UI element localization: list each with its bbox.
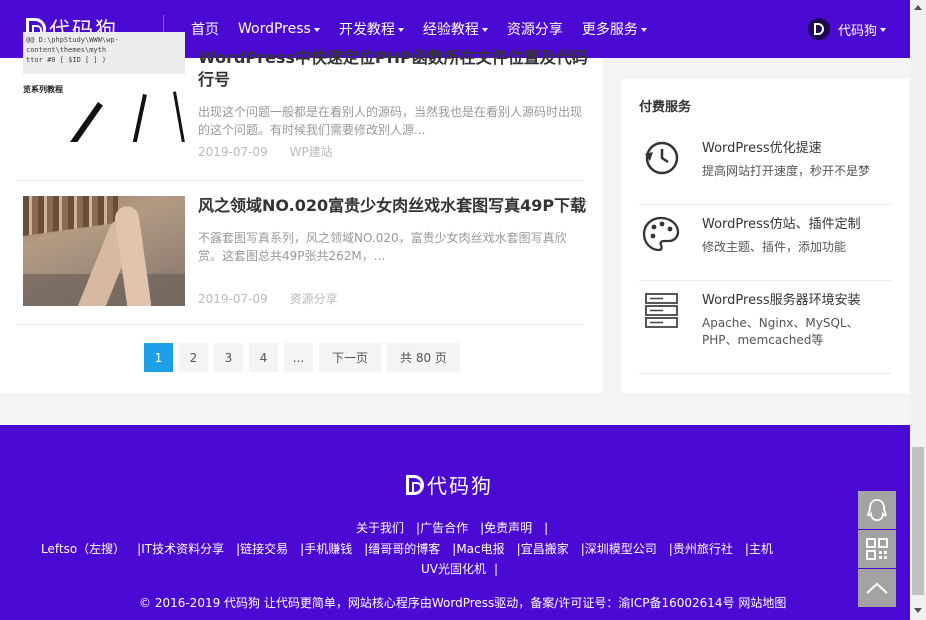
page-1-button[interactable]: 1: [144, 343, 173, 372]
scroll-down-arrow-icon[interactable]: [914, 608, 922, 613]
user-name: 代码狗: [838, 23, 878, 39]
thumbnail-stroke: [173, 91, 185, 142]
back-to-top-button[interactable]: [858, 569, 896, 607]
service-title: WordPress仿站、插件定制: [702, 217, 861, 232]
qr-code-button[interactable]: [858, 530, 896, 568]
scrollbar-thumb[interactable]: [912, 447, 924, 595]
logo-text: 代码狗: [427, 474, 493, 498]
speed-clock-icon: [645, 141, 679, 175]
caret-down-icon: [880, 28, 887, 32]
service-desc: 提高网站打开速度，秒开不是梦: [702, 164, 871, 178]
friend-link[interactable]: 深圳模型公司: [585, 542, 657, 556]
avatar: [808, 18, 830, 40]
post-excerpt: 不露套图写真系列，风之领域NO.020，富贵少女肉丝戏水套图写真欣赏。这套图总共…: [198, 231, 567, 263]
friend-link[interactable]: Mac电报: [456, 542, 504, 556]
thumbnail-stroke: [63, 102, 103, 142]
scroll-up-arrow-icon[interactable]: [914, 5, 922, 10]
copyright-text: © 2016-2019 代码狗 让代码更简单，网站核心程序由WordPress驱…: [139, 596, 787, 610]
site-footer: 代码狗 关于我们 |广告合作 |免责声明 | Leftso（左搜） |IT技术资料分享 |…: [0, 425, 910, 620]
page-scrollbar[interactable]: [910, 0, 926, 620]
service-item[interactable]: WordPress服务器环境安装 Apache、Nginx、MySQL、PHP、…: [639, 287, 892, 375]
nav-label: 更多服务: [581, 22, 638, 38]
post-title[interactable]: 风之领域NO.020富贵少女肉丝戏水套图写真49P下载: [198, 195, 588, 217]
list-item: 风之领域NO.020富贵少女肉丝戏水套图写真49P下载 不露套图写真系列，风之领…: [17, 196, 586, 325]
friend-links-row: Leftso（左搜） |IT技术资料分享 |链接交易 |手机赚钱 |缙哥哥的博客 |Mac…: [41, 542, 773, 556]
service-item[interactable]: WordPress仿站、插件定制 修改主题、插件，添加功能: [639, 211, 892, 283]
total-pages: 共 80 页: [387, 343, 460, 372]
friend-link[interactable]: 宜昌搬家: [521, 542, 569, 556]
friend-links-row: UV光固化机 |: [421, 562, 499, 576]
friend-link[interactable]: 贵州旅行社: [673, 542, 733, 556]
post-title-line: WordPress中快速定位PHP函数所在文件位置及代码: [198, 48, 588, 67]
page-3-button[interactable]: 3: [214, 343, 243, 372]
thumbnail-stroke: [130, 94, 147, 142]
code-line: @@ D:\phpStudy\WWW\wp-content\themes\myt…: [26, 36, 119, 54]
user-menu[interactable]: 代码狗: [808, 18, 887, 40]
widget-title: 付费服务: [639, 100, 692, 115]
service-title: WordPress优化提速: [702, 141, 822, 156]
service-title: WordPress服务器环境安装: [702, 293, 861, 308]
service-item[interactable]: WordPress优化提速 提高网站打开速度，秒开不是梦: [639, 135, 892, 207]
friend-link[interactable]: UV光固化机: [421, 562, 486, 576]
paid-services-widget: 付费服务 WordPress优化提速 提高网站打开速度，秒开不是梦 WordPr…: [621, 79, 909, 393]
footer-link[interactable]: 广告合作: [420, 521, 468, 535]
thumbnail-code-snippet: @@ D:\phpStudy\WWW\wp-content\themes\myt…: [23, 32, 185, 74]
page-ellipsis: ...: [284, 343, 313, 372]
thumbnail-caption: 览系列教程: [23, 85, 63, 94]
qq-icon: [866, 499, 888, 521]
post-title-line: 行号: [198, 70, 231, 89]
next-page-button[interactable]: 下一页: [319, 343, 382, 372]
post-date: 2019-07-09: [198, 145, 268, 159]
friend-link[interactable]: 手机赚钱: [304, 542, 352, 556]
service-desc: Apache、Nginx、MySQL、PHP、memcached等: [702, 316, 859, 347]
friend-link[interactable]: 链接交易: [240, 542, 288, 556]
post-excerpt: 出现这个问题一般都是在看别人的源码，当然我也是在看别人源码时出现的这个问题。有时…: [198, 105, 583, 137]
qr-code-icon: [866, 538, 888, 560]
post-thumbnail[interactable]: [23, 196, 185, 306]
post-meta: 2019-07-09 资源分享: [198, 290, 356, 307]
footer-links-row: 关于我们 |广告合作 |免责声明 |: [356, 521, 549, 535]
post-divider: [17, 324, 584, 325]
post-thumbnail[interactable]: @@ D:\phpStudy\WWW\wp-content\themes\myt…: [23, 32, 185, 142]
code-line: ttor #0 [ $ID [ ] ): [26, 56, 107, 64]
friend-link[interactable]: IT技术资料分享: [141, 542, 224, 556]
post-category[interactable]: WP建站: [290, 145, 333, 159]
service-desc: 修改主题、插件，添加功能: [702, 240, 847, 254]
caret-down-icon: [640, 28, 647, 32]
footer-logo[interactable]: 代码狗: [406, 470, 493, 499]
post-meta: 2019-07-09 WP建站: [198, 143, 351, 160]
list-item: @@ D:\phpStudy\WWW\wp-content\themes\myt…: [17, 32, 588, 181]
page-4-button[interactable]: 4: [249, 343, 278, 372]
nav-more-services[interactable]: 更多服务: [582, 19, 647, 39]
server-rack-icon: [645, 293, 678, 328]
footer-link[interactable]: 关于我们: [356, 521, 404, 535]
palette-icon: [642, 216, 680, 252]
footer-link[interactable]: 免责声明: [484, 521, 532, 535]
post-list-panel: @@ D:\phpStudy\WWW\wp-content\themes\myt…: [0, 32, 603, 393]
friend-link[interactable]: 缙哥哥的博客: [368, 542, 440, 556]
chevron-up-icon: [866, 582, 888, 594]
friend-link[interactable]: 主机: [749, 542, 773, 556]
qq-contact-button[interactable]: [858, 491, 896, 529]
post-title[interactable]: WordPress中快速定位PHP函数所在文件位置及代码 行号: [198, 47, 588, 91]
pagination: 1 2 3 4 ... 下一页 共 80 页: [144, 343, 466, 372]
friend-link[interactable]: Leftso（左搜）: [41, 542, 125, 556]
logo-icon: [406, 474, 424, 495]
post-category[interactable]: 资源分享: [290, 292, 338, 306]
post-divider: [17, 180, 584, 181]
page-2-button[interactable]: 2: [179, 343, 208, 372]
post-date: 2019-07-09: [198, 292, 268, 306]
